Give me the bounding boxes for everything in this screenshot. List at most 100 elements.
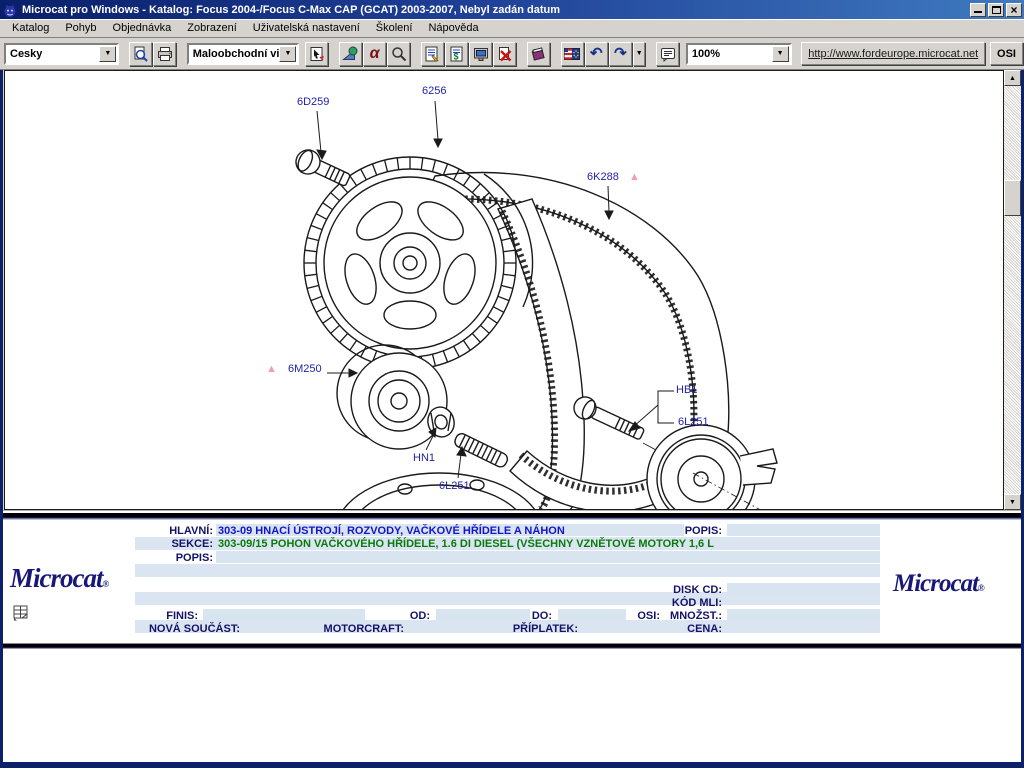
screen-view-icon [473, 46, 489, 62]
language-value: Cesky [6, 48, 99, 60]
part-label-6k288[interactable]: 6K288 [587, 171, 619, 183]
menu-bar: Katalog Pohyb Objednávka Zobrazení Uživa… [0, 19, 1024, 38]
hlavni-label: HLAVNÍ: [120, 525, 213, 537]
menu-objednavka[interactable]: Objednávka [105, 20, 180, 36]
price-view-combobox[interactable]: Maloobchodní vi ▼ [187, 43, 300, 65]
brand-registered-mark: ® [103, 579, 110, 589]
finis-label: FINIS: [110, 610, 198, 622]
menu-zobrazeni[interactable]: Zobrazení [179, 20, 245, 36]
info-panel: HLAVNÍ: 303-09 HNACÍ ÚSTROJÍ, ROZVODY, V… [0, 523, 1024, 643]
part-label-hn1[interactable]: HN1 [413, 452, 435, 464]
toolbar: Cesky ▼ Maloobchodní vi ▼ [0, 38, 1024, 70]
chevron-down-icon[interactable]: ▼ [772, 46, 789, 62]
svg-text:$: $ [453, 51, 458, 61]
priplatek-label: PŘÍPLATEK: [490, 623, 578, 635]
price-view-value: Maloobchodní vi [189, 48, 280, 60]
notes-button[interactable] [10, 603, 32, 628]
menu-pohyb[interactable]: Pohyb [57, 20, 104, 36]
part-label-6256[interactable]: 6256 [422, 85, 446, 97]
disk-cd-label: DISK CD: [640, 584, 722, 596]
parts-image-icon [342, 46, 358, 62]
kod-mli-label: KÓD MLI: [640, 597, 722, 609]
menu-katalog[interactable]: Katalog [4, 20, 57, 36]
window-title: Microcat pro Windows - Katalog: Focus 20… [22, 4, 560, 16]
alpha-index-icon: α [370, 46, 380, 62]
part-label-hb1[interactable]: HB1 [676, 384, 697, 396]
delete-document-icon [497, 46, 513, 62]
mnozst-field [727, 609, 880, 621]
maximize-icon [992, 6, 1001, 14]
part-label-6m250[interactable]: 6M250 [288, 363, 322, 375]
print-icon [157, 46, 173, 62]
timing-belt-diagram [5, 71, 1003, 509]
language-combobox[interactable]: Cesky ▼ [4, 43, 119, 65]
search-button[interactable] [387, 42, 410, 66]
part-label-6d259[interactable]: 6D259 [297, 96, 329, 108]
arrow-up-icon: ▲ [1009, 75, 1016, 82]
hotspot-pointer-icon [309, 46, 325, 62]
minimize-icon [974, 10, 982, 13]
part-label-6l251-b[interactable]: 6L251 [678, 416, 709, 428]
hotspot-pointer-button[interactable] [305, 42, 328, 66]
cena-label: CENA: [640, 623, 722, 635]
sekce-label: SEKCE: [120, 538, 213, 550]
maximize-button[interactable] [988, 3, 1004, 17]
redo-button[interactable]: ↷ [609, 42, 632, 66]
menu-uzivatelska-nastaveni[interactable]: Uživatelská nastavení [245, 20, 368, 36]
popis-c-label: POPIS: [120, 552, 213, 564]
notes-icon [10, 603, 32, 623]
menu-napoveda[interactable]: Nápověda [420, 20, 486, 36]
do-label: DO: [472, 610, 552, 622]
redo-dropdown-button[interactable]: ▼ [633, 42, 646, 66]
minimize-button[interactable] [970, 3, 986, 17]
change-marker-triangle: ▲ [266, 364, 277, 375]
zoom-value: 100% [688, 48, 772, 60]
popis-a-label: POPIS: [640, 525, 722, 537]
vertical-scrollbar[interactable]: ▲ ▼ [1004, 70, 1021, 510]
osi-label: OSI [997, 48, 1016, 60]
scrollbar-thumb[interactable] [1004, 180, 1021, 216]
order-list-button[interactable] [421, 42, 444, 66]
chevron-down-icon[interactable]: ▼ [99, 46, 116, 62]
tensioner-pulley [647, 425, 777, 509]
microcat-logo-left: Microcat® [10, 563, 109, 594]
window-frame-bottom [0, 762, 1024, 768]
comment-button[interactable] [656, 42, 679, 66]
url-link: http://www.fordeurope.microcat.net [808, 48, 978, 60]
microcat-logo-right: Microcat® [893, 570, 985, 598]
book-button[interactable] [527, 42, 550, 66]
empty-footer-area [0, 648, 1024, 762]
print-preview-icon [132, 46, 148, 62]
mnozst-label: MNOŽST.: [640, 610, 722, 622]
print-button[interactable] [153, 42, 176, 66]
title-bar: Microcat pro Windows - Katalog: Focus 20… [0, 0, 1024, 19]
zoom-combobox[interactable]: 100% ▼ [686, 43, 792, 65]
disk-cd-field [727, 583, 880, 595]
scroll-up-button[interactable]: ▲ [1004, 70, 1021, 86]
url-button[interactable]: http://www.fordeurope.microcat.net [801, 42, 985, 65]
print-preview-button[interactable] [129, 42, 152, 66]
region-flags-button[interactable] [561, 42, 584, 66]
od-label: OD: [350, 610, 430, 622]
screen-view-button[interactable] [469, 42, 492, 66]
parts-image-button[interactable] [339, 42, 362, 66]
price-document-button[interactable]: $ [445, 42, 468, 66]
window-frame-left [0, 70, 3, 768]
brand-text: Microcat [893, 570, 978, 597]
part-label-6l251-a[interactable]: 6L251 [439, 480, 470, 492]
close-button[interactable]: × [1006, 3, 1022, 17]
undo-icon: ↶ [590, 46, 603, 61]
close-icon: × [1010, 4, 1017, 16]
change-marker-triangle: ▲ [629, 172, 640, 183]
menu-skoleni[interactable]: Školení [368, 20, 421, 36]
undo-button[interactable]: ↶ [585, 42, 608, 66]
app-cat-icon[interactable] [2, 2, 18, 18]
alpha-index-button[interactable]: α [363, 42, 386, 66]
order-list-icon [424, 46, 440, 62]
parts-diagram-canvas: 6D259 6256 6K288 ▲ ▲ 6M250 HN1 6L251 HB1… [4, 70, 1004, 510]
scroll-down-button[interactable]: ▼ [1004, 494, 1021, 510]
delete-document-button[interactable] [493, 42, 516, 66]
chevron-down-icon[interactable]: ▼ [279, 46, 296, 62]
osi-button[interactable]: OSI [990, 42, 1023, 65]
popis-a-field [727, 524, 880, 536]
